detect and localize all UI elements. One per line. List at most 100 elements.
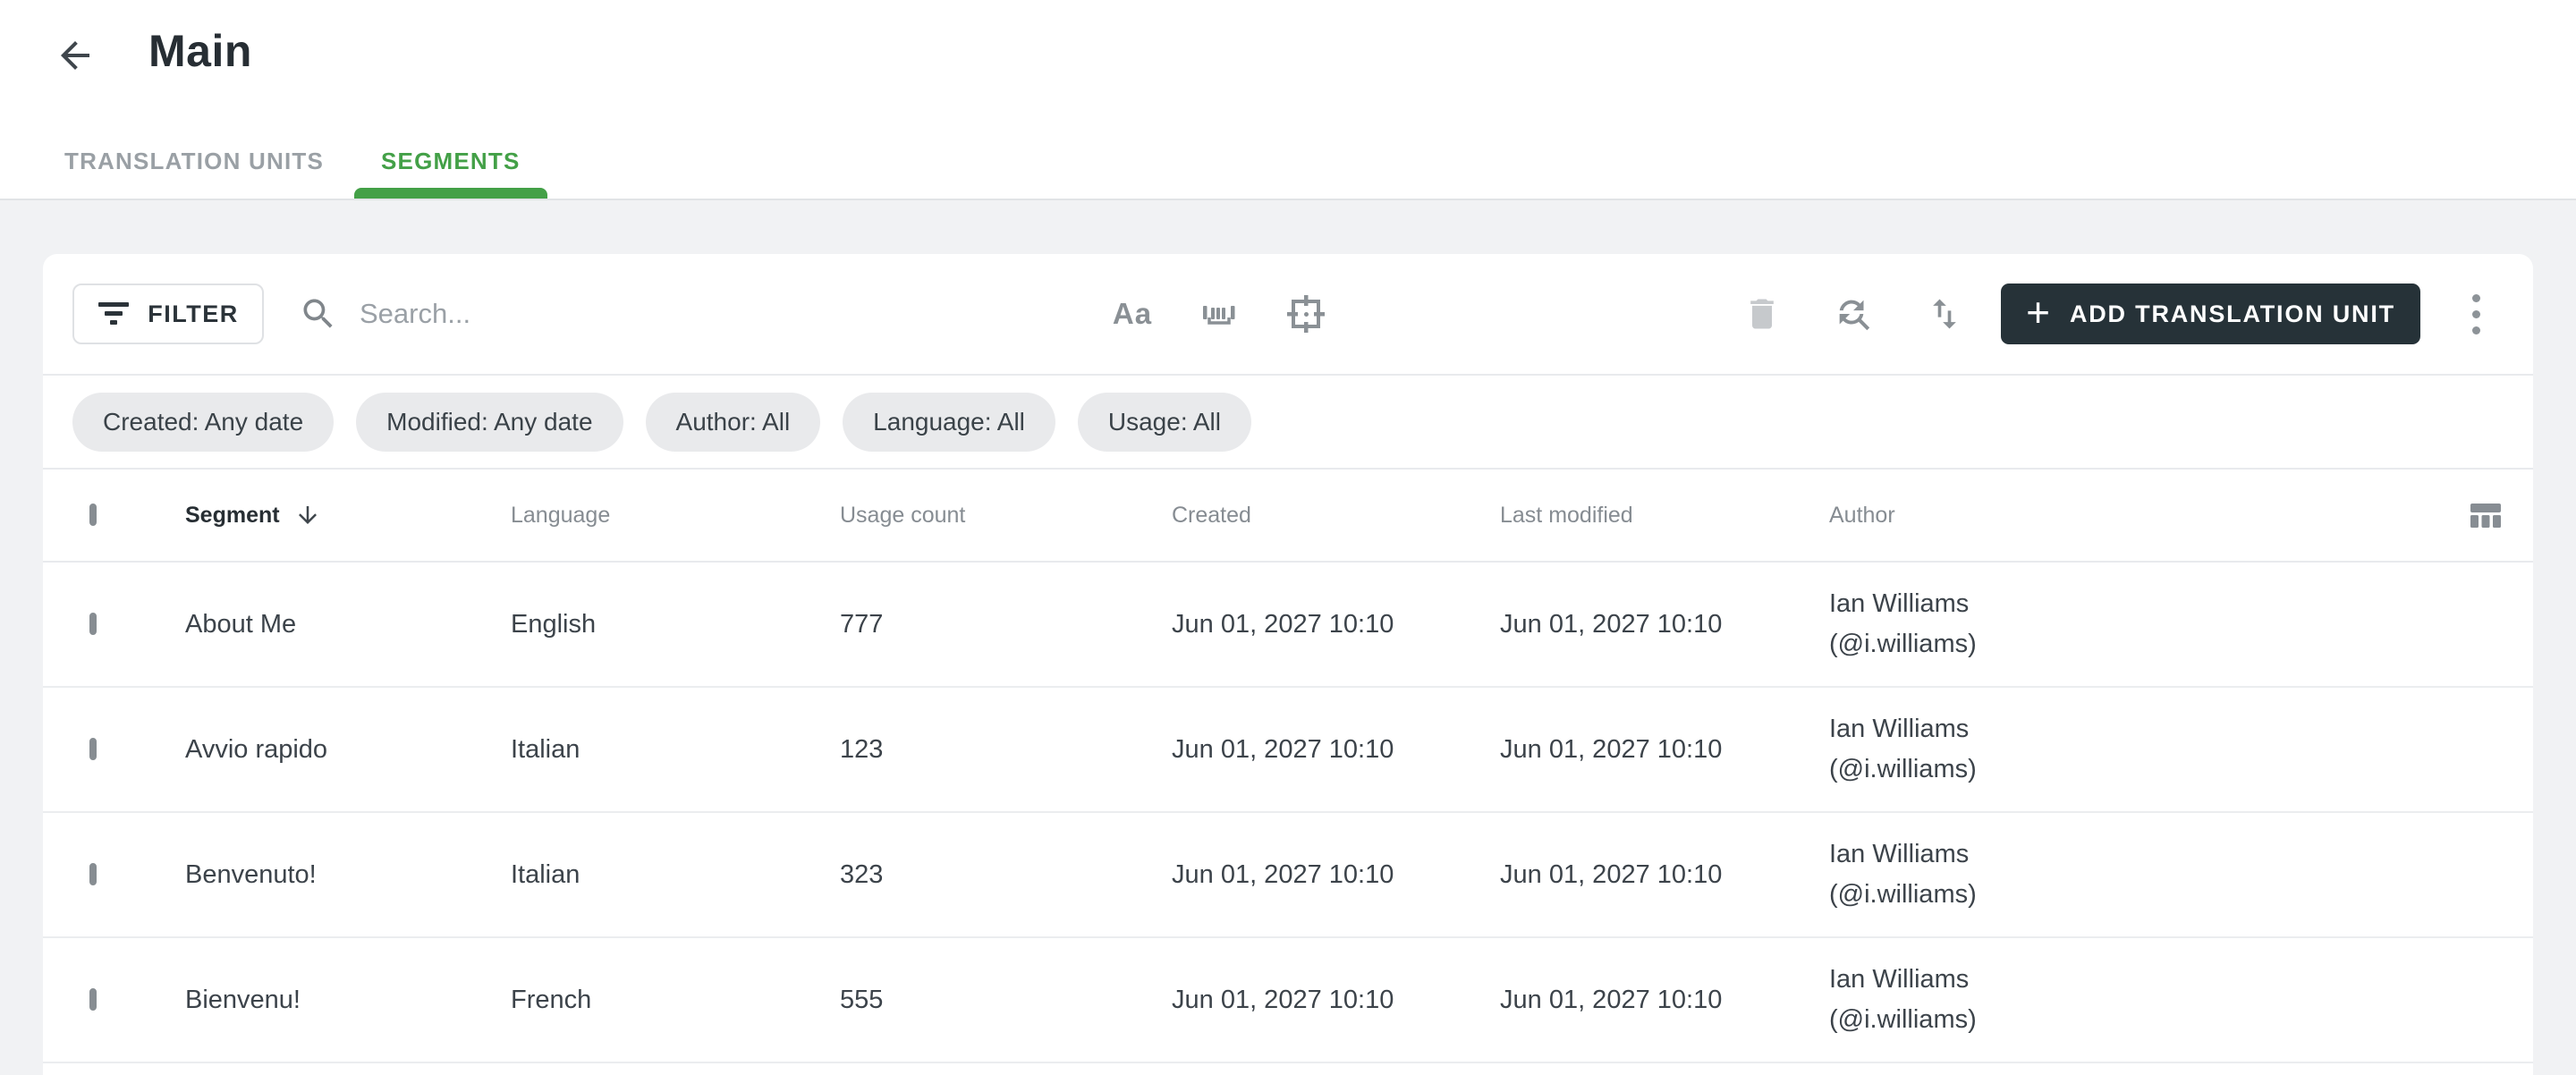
sort-descending-icon xyxy=(298,506,317,524)
cell-last-modified: Jun 01, 2027 10:10 xyxy=(1500,734,1723,764)
cell-created: Jun 01, 2027 10:10 xyxy=(1172,734,1394,764)
view-columns-icon xyxy=(2470,504,2501,528)
cell-usage-count: 777 xyxy=(840,609,884,639)
more-vert-icon xyxy=(2471,293,2480,302)
search-box xyxy=(299,254,932,374)
author-name: Ian Williams xyxy=(1829,589,1970,618)
tab-segments-label: SEGMENTS xyxy=(381,147,521,174)
author-handle: (@i.williams) xyxy=(1829,880,1977,909)
tab-bar: TRANSLATION UNITS SEGMENTS xyxy=(64,123,547,199)
search-icon xyxy=(303,299,333,328)
cell-segment: About Me xyxy=(185,609,297,639)
cell-author: Ian Williams (@i.williams) xyxy=(1829,709,2453,790)
filter-icon xyxy=(97,300,130,327)
add-translation-unit-label: ADD TRANSLATION UNIT xyxy=(2069,300,2395,327)
table-row[interactable]: Benvenuto! Italian 323 Jun 01, 2027 10:1… xyxy=(43,813,2533,938)
author-name: Ian Williams xyxy=(1829,840,1970,868)
search-input[interactable] xyxy=(360,298,932,330)
row-checkbox[interactable] xyxy=(89,863,97,885)
segments-panel: FILTER Aa xyxy=(43,254,2533,1075)
match-case-toggle[interactable]: Aa xyxy=(1112,293,1153,334)
chip-usage-label: Usage: All xyxy=(1107,407,1221,436)
column-header-author[interactable]: Author xyxy=(1829,503,2453,529)
author-handle: (@i.williams) xyxy=(1829,1005,1977,1034)
cell-language: English xyxy=(511,609,597,639)
tab-segments[interactable]: SEGMENTS xyxy=(354,123,547,199)
table-row[interactable]: About Me English 777 Jun 01, 2027 10:10 … xyxy=(43,563,2533,688)
cell-usage-count: 323 xyxy=(840,859,884,889)
column-settings-button[interactable] xyxy=(2465,495,2506,536)
cell-created: Jun 01, 2027 10:10 xyxy=(1172,609,1394,639)
add-translation-unit-button[interactable]: + ADD TRANSLATION UNIT xyxy=(2001,284,2420,344)
tab-translation-units-label: TRANSLATION UNITS xyxy=(64,147,325,174)
match-whole-word-toggle[interactable] xyxy=(1199,293,1240,334)
chip-language-label: Language: All xyxy=(873,407,1025,436)
cell-last-modified: Jun 01, 2027 10:10 xyxy=(1500,609,1723,639)
cell-created: Jun 01, 2027 10:10 xyxy=(1172,985,1394,1014)
select-target-toggle[interactable] xyxy=(1285,293,1326,334)
cell-last-modified: Jun 01, 2027 10:10 xyxy=(1500,985,1723,1014)
cell-last-modified: Jun 01, 2027 10:10 xyxy=(1500,859,1723,889)
search-options: Aa xyxy=(1112,254,1326,374)
find-replace-icon xyxy=(1839,300,1870,331)
column-header-language[interactable]: Language xyxy=(511,503,840,529)
trash-icon xyxy=(1750,299,1774,329)
column-header-last-modified[interactable]: Last modified xyxy=(1500,503,1829,529)
active-tab-indicator xyxy=(354,188,547,199)
cell-segment: Benvenuto! xyxy=(185,859,317,889)
segments-toolbar: FILTER Aa xyxy=(43,254,2533,374)
chip-author-label: Author: All xyxy=(675,407,791,436)
cell-segment: Avvio rapido xyxy=(185,734,328,764)
tab-translation-units[interactable]: TRANSLATION UNITS xyxy=(64,123,324,199)
column-header-usage-count[interactable]: Usage count xyxy=(840,503,1172,529)
table-row[interactable]: Avvio rapido Italian 123 Jun 01, 2027 10… xyxy=(43,688,2533,813)
filter-button-label: FILTER xyxy=(148,300,239,327)
column-header-created[interactable]: Created xyxy=(1172,503,1500,529)
toolbar-actions xyxy=(1741,254,1965,374)
match-whole-word-icon xyxy=(1203,306,1235,325)
delete-button[interactable] xyxy=(1741,293,1783,334)
match-case-icon: Aa xyxy=(1112,297,1153,330)
row-checkbox[interactable] xyxy=(89,988,97,1011)
select-target-icon xyxy=(1287,295,1325,333)
author-handle: (@i.williams) xyxy=(1829,755,1977,783)
plus-icon: + xyxy=(2026,289,2050,335)
page-title: Main xyxy=(148,26,252,76)
table-row[interactable]: Bienvenu! French 555 Jun 01, 2027 10:10 … xyxy=(43,938,2533,1063)
author-name: Ian Williams xyxy=(1829,715,1970,743)
filter-button[interactable]: FILTER xyxy=(72,284,264,344)
more-vert-icon xyxy=(2471,309,2480,318)
cell-usage-count: 555 xyxy=(840,985,884,1014)
cell-created: Jun 01, 2027 10:10 xyxy=(1172,859,1394,889)
table-header-row: Segment Language Usage count Created Las… xyxy=(43,470,2533,561)
more-vert-icon xyxy=(2471,326,2480,334)
column-header-segment-label: Segment xyxy=(185,502,280,528)
back-button[interactable] xyxy=(50,30,100,80)
cell-author: Ian Williams (@i.williams) xyxy=(1829,584,2453,664)
row-checkbox[interactable] xyxy=(89,613,97,635)
select-all-checkbox[interactable] xyxy=(89,504,97,526)
column-header-segment[interactable]: Segment xyxy=(185,502,511,529)
cell-author: Ian Williams (@i.williams) xyxy=(1829,960,2453,1040)
chip-created-label: Created: Any date xyxy=(103,407,304,436)
author-handle: (@i.williams) xyxy=(1829,630,1977,658)
arrow-back-icon xyxy=(61,41,89,70)
row-checkbox[interactable] xyxy=(89,738,97,760)
cell-author: Ian Williams (@i.williams) xyxy=(1829,834,2453,915)
chip-created[interactable]: Created: Any date xyxy=(72,392,335,452)
author-name: Ian Williams xyxy=(1829,965,1970,994)
chip-modified[interactable]: Modified: Any date xyxy=(356,392,623,452)
filter-chips-row: Created: Any date Modified: Any date Aut… xyxy=(43,376,2533,468)
cell-language: Italian xyxy=(511,859,580,889)
chip-author[interactable]: Author: All xyxy=(645,392,821,452)
page-header: Main TRANSLATION UNITS SEGMENTS xyxy=(0,0,2576,200)
more-options-button[interactable] xyxy=(2456,284,2496,344)
cell-segment: Bienvenu! xyxy=(185,985,301,1014)
cell-language: French xyxy=(511,985,592,1014)
chip-modified-label: Modified: Any date xyxy=(386,407,593,436)
chip-language[interactable]: Language: All xyxy=(843,392,1055,452)
find-replace-button[interactable] xyxy=(1833,293,1874,334)
sort-button[interactable] xyxy=(1924,293,1965,334)
cell-language: Italian xyxy=(511,734,580,764)
chip-usage[interactable]: Usage: All xyxy=(1077,392,1251,452)
